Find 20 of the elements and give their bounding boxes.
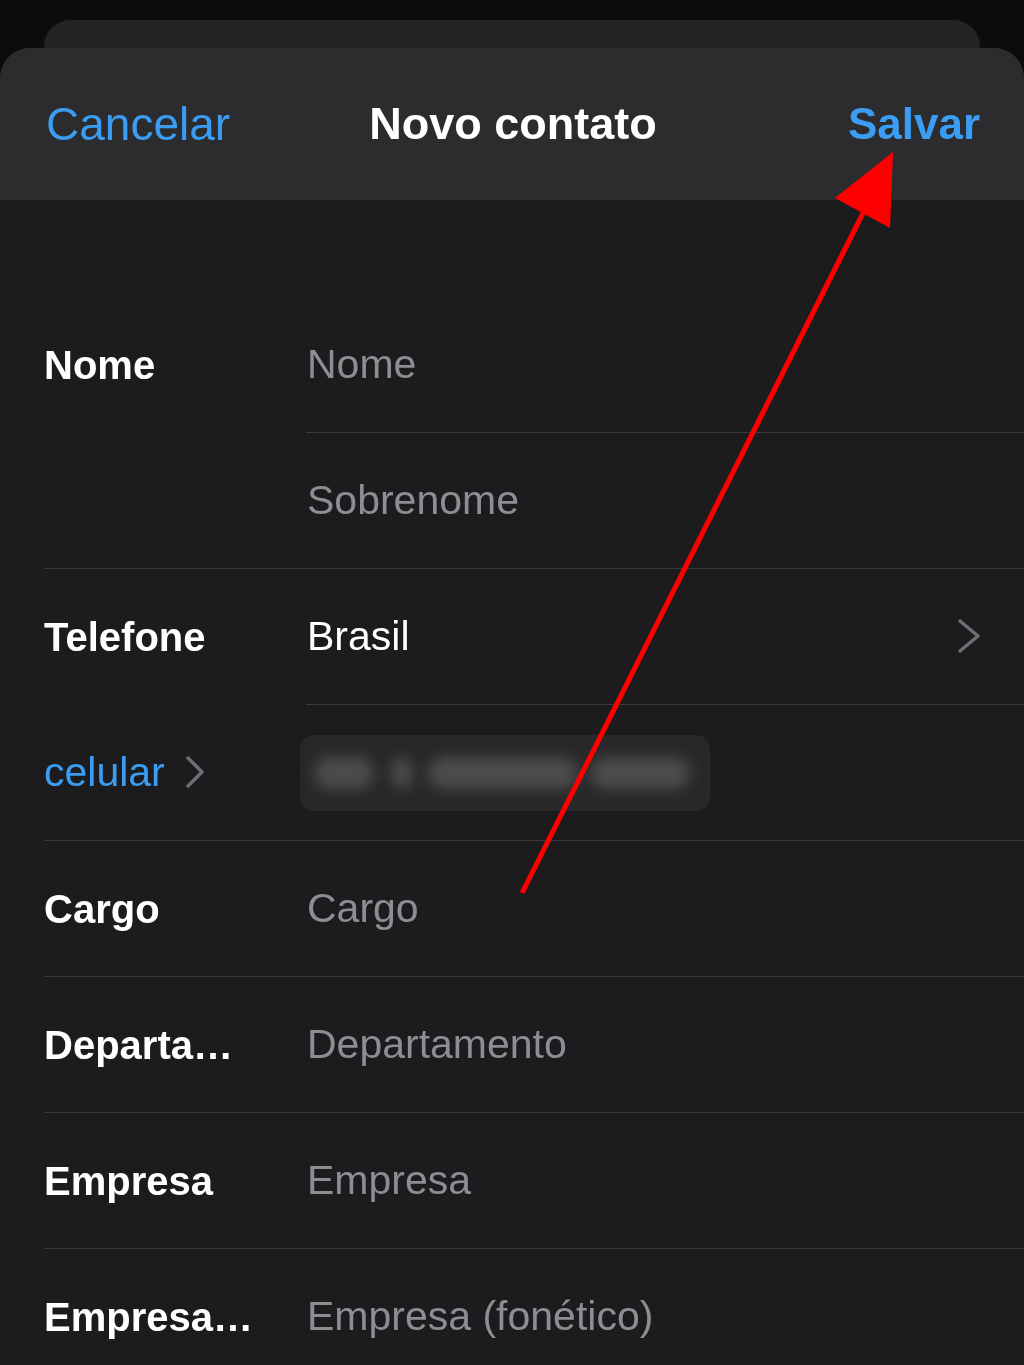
- field-label: Departa…: [44, 1021, 233, 1068]
- save-button[interactable]: Salvar: [847, 99, 980, 149]
- field-label: Telefone: [44, 613, 206, 660]
- chevron-icon: [958, 619, 980, 654]
- blurred-phone-field[interactable]: [300, 734, 710, 811]
- text-field[interactable]: Cargo: [306, 880, 1024, 937]
- text-field[interactable]: Empresa: [306, 1152, 1024, 1209]
- text-field[interactable]: Departamento: [306, 1016, 1024, 1073]
- field-label: Cargo: [44, 885, 160, 932]
- field-label: Empresa: [44, 1157, 213, 1204]
- cancel-button[interactable]: Cancelar: [46, 98, 231, 150]
- text-field[interactable]: Nome: [306, 336, 1024, 393]
- field-label: Empresa…: [44, 1293, 253, 1340]
- chevron-icon: [185, 756, 204, 789]
- text-field[interactable]: Sobrenome: [306, 472, 1024, 529]
- phone-type-button[interactable]: celular: [44, 748, 204, 797]
- text-field[interactable]: Empresa (fonético): [306, 1288, 1024, 1345]
- country-selector[interactable]: Brasil: [306, 612, 980, 661]
- field-label: Nome: [44, 341, 156, 388]
- screen-title: Novo contato: [369, 99, 657, 149]
